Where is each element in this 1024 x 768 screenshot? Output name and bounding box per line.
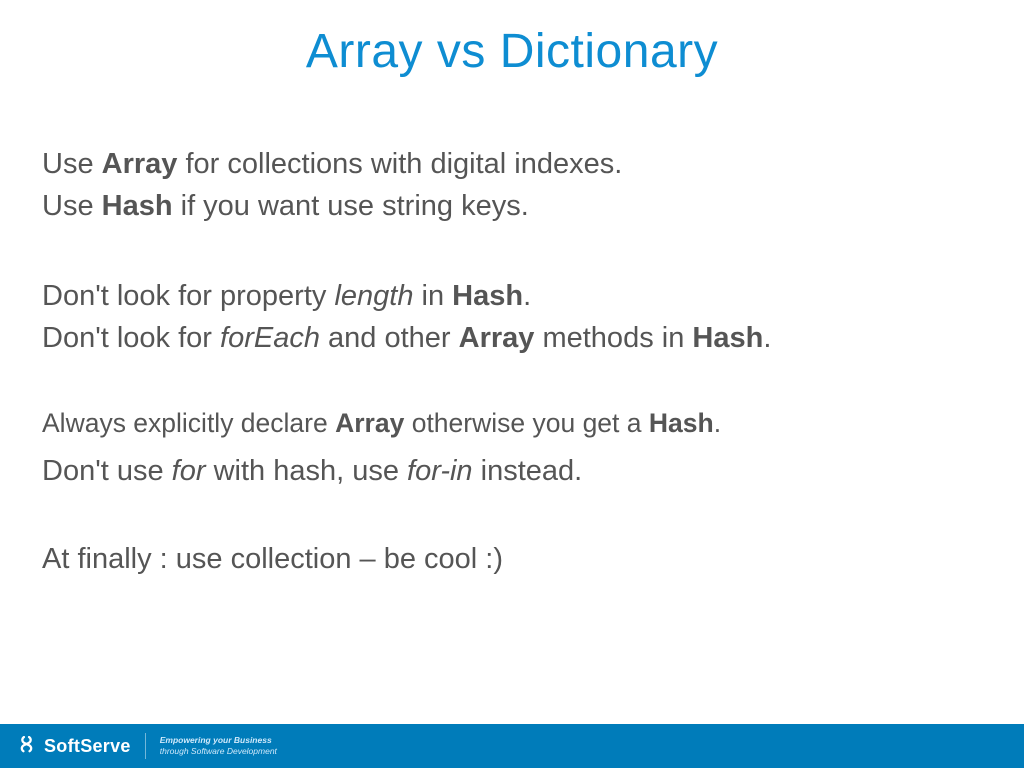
brand-tagline: Empowering your Business through Softwar… [160,735,277,756]
slide-title: Array vs Dictionary [0,0,1024,79]
italic-for: for [172,455,206,487]
italic-for-in: for-in [407,455,473,487]
text: . [523,280,531,312]
text: and other [320,322,459,354]
italic-foreach: forEach [220,322,320,354]
text: if you want use string keys. [173,190,529,222]
text: Always explicitly declare [42,408,335,438]
brand-name: SoftServe [44,736,131,757]
slide-body: Use Array for collections with digital i… [0,79,1024,580]
text: Don't use [42,455,172,487]
brand-logo: SoftServe [18,736,131,757]
paragraph-3a: Always explicitly declare Array otherwis… [42,403,982,444]
text: for collections with digital indexes. [177,148,622,180]
brand-logo-icon [18,736,38,756]
text: methods in [534,322,692,354]
paragraph-3b: Don't use for with hash, use for-in inst… [42,450,982,492]
tagline-line-1: Empowering your Business [160,735,277,746]
italic-length: length [334,280,413,312]
text: Don't look for property [42,280,334,312]
paragraph-2: Don't look for property length in Hash. … [42,275,982,359]
slide-footer: SoftServe Empowering your Business throu… [0,724,1024,768]
text: Use [42,148,102,180]
paragraph-4: At finally : use collection – be cool :) [42,538,982,580]
bold-hash: Hash [102,190,173,222]
footer-separator [145,733,146,759]
bold-hash: Hash [452,280,523,312]
text: Use [42,190,102,222]
bold-array: Array [459,322,535,354]
text: in [413,280,452,312]
tagline-line-2: through Software Development [160,746,277,757]
text: . [763,322,771,354]
paragraph-1: Use Array for collections with digital i… [42,143,982,227]
text: otherwise you get a [404,408,649,438]
text: Don't look for [42,322,220,354]
text: with hash, use [206,455,408,487]
text: instead. [473,455,583,487]
bold-hash: Hash [692,322,763,354]
bold-hash: Hash [649,408,714,438]
bold-array: Array [102,148,178,180]
bold-array: Array [335,408,404,438]
text: . [714,408,721,438]
